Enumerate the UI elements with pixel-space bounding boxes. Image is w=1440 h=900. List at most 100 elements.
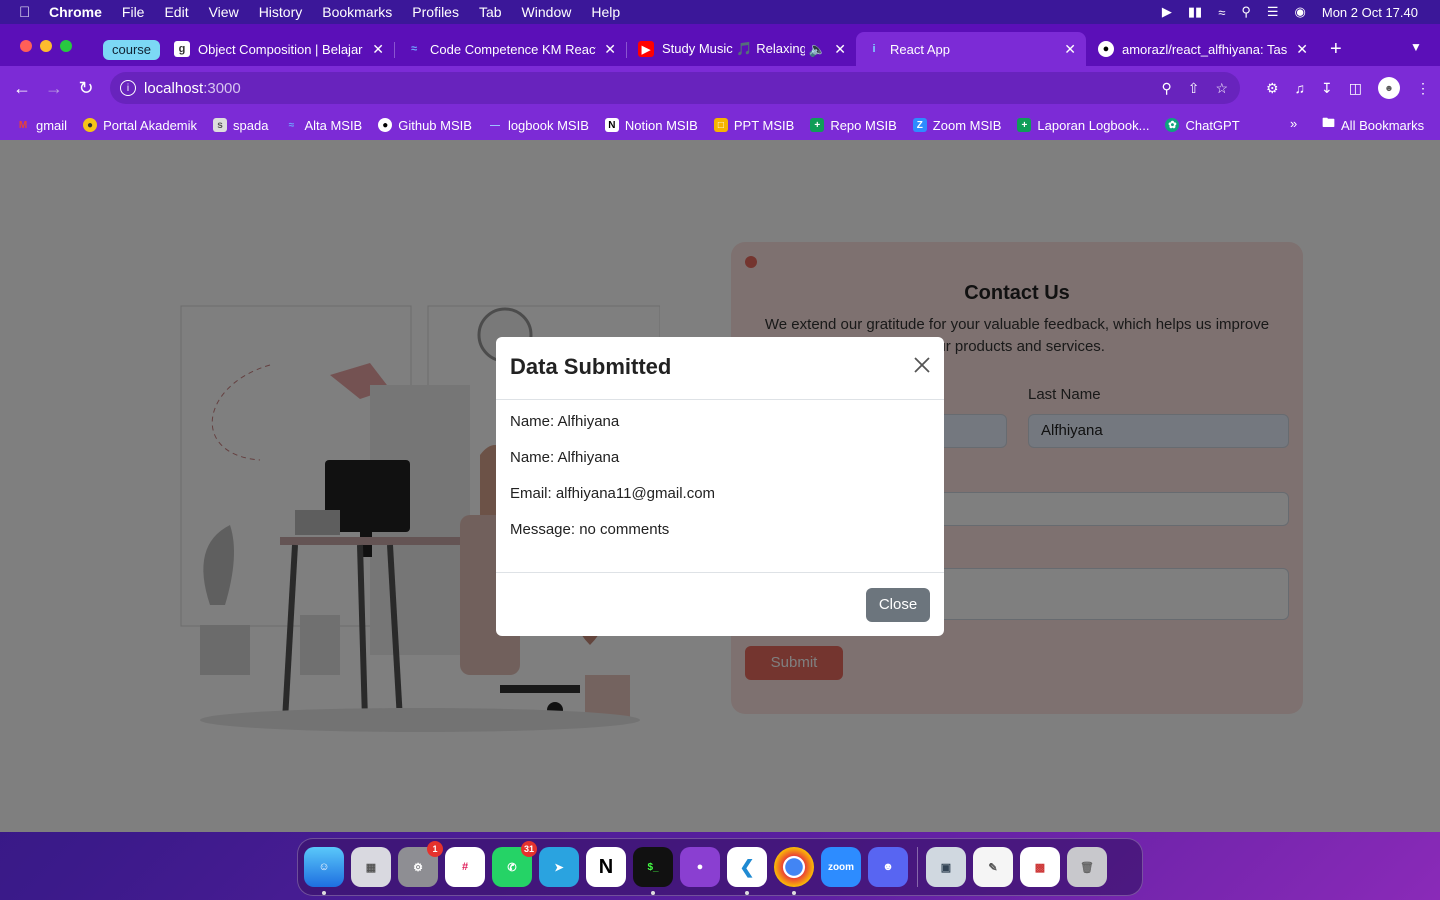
terminal-icon[interactable]: $_	[633, 847, 673, 895]
menu-tab[interactable]: Tab	[479, 4, 502, 20]
tab-react-app[interactable]: i React App ✕	[856, 32, 1086, 66]
zoom-icon: Z	[912, 118, 927, 132]
bookmark-alta-msib[interactable]: ≈ Alta MSIB	[284, 117, 363, 133]
bookmark-label: Laporan Logbook...	[1037, 117, 1150, 133]
site-info-icon[interactable]: i	[120, 80, 136, 96]
bookmark-label: ChatGPT	[1185, 117, 1240, 133]
notion-icon[interactable]: N	[586, 847, 626, 887]
bookmark-zoom-msib[interactable]: Z Zoom MSIB	[912, 117, 1002, 133]
react-app-favicon-icon: i	[872, 43, 876, 55]
bookmark-logbook-msib[interactable]: — logbook MSIB	[488, 118, 589, 133]
slack-icon[interactable]: #	[445, 847, 485, 887]
bookmark-chatgpt[interactable]: ✿ ChatGPT	[1165, 117, 1240, 133]
now-playing-icon[interactable]: ▶	[1162, 4, 1172, 20]
sheets-icon: +	[1017, 118, 1032, 132]
close-button[interactable]: Close	[866, 588, 930, 622]
close-icon[interactable]	[912, 355, 932, 375]
tab-close-icon[interactable]: ✕	[834, 41, 846, 58]
tab-code-competence[interactable]: ≈ Code Competence KM React ✕	[396, 32, 626, 66]
new-tab-button[interactable]: +	[1330, 38, 1342, 61]
bookmark-github-msib[interactable]: ● Github MSIB	[378, 118, 472, 133]
tab-close-icon[interactable]: ✕	[1064, 41, 1076, 58]
tab-study-music[interactable]: ▶ Study Music 🎵 Relaxing 🔈 ✕	[628, 32, 856, 66]
forward-arrow-icon[interactable]: →	[38, 78, 70, 99]
vscode-icon[interactable]: ❮	[727, 847, 767, 895]
chrome-icon[interactable]	[774, 847, 814, 895]
close-window-button[interactable]	[20, 40, 32, 52]
tab-group-course[interactable]: course	[103, 40, 161, 60]
battery-icon[interactable]: ▮▮	[1188, 4, 1202, 20]
system-settings-icon[interactable]: ⚙ 1	[398, 841, 443, 887]
preview-icon[interactable]: ▣	[926, 847, 966, 887]
photo-booth-icon[interactable]: ▩	[1020, 847, 1060, 887]
discord-icon[interactable]: ☻	[868, 847, 908, 887]
bookmark-star-icon[interactable]: ☆	[1215, 80, 1228, 97]
finder-icon[interactable]: ☺	[304, 847, 344, 895]
bookmarks-overflow-chevron[interactable]: »	[1290, 116, 1297, 131]
tab-github-repo[interactable]: ● amorazl/react_alfhiyana: Tas ✕	[1088, 32, 1318, 66]
bookmark-notion-msib[interactable]: N Notion MSIB	[604, 118, 698, 133]
github-icon: ●	[378, 118, 393, 132]
textedit-icon[interactable]: ✎	[973, 847, 1013, 887]
bookmark-portal-akademik[interactable]: ● Portal Akademik	[83, 118, 197, 133]
side-panel-icon[interactable]: ◫	[1349, 80, 1362, 97]
tab-close-icon[interactable]: ✕	[372, 41, 384, 58]
media-queue-icon[interactable]: ♫	[1295, 80, 1306, 96]
zoom-magnifier-icon[interactable]: ⚲	[1161, 80, 1171, 97]
bookmark-label: Zoom MSIB	[932, 117, 1002, 133]
share-icon[interactable]: ⇧	[1188, 80, 1200, 97]
page-viewport: Contact Us We extend our gratitude for y…	[0, 140, 1440, 832]
status-area: ▶ ▮▮ ≈ ⚲ ☰ ◉ Mon 2 Oct 17.40	[1146, 0, 1418, 24]
menu-clock[interactable]: Mon 2 Oct 17.40	[1322, 5, 1418, 20]
url-host: localhost	[144, 79, 204, 97]
tab-close-icon[interactable]: ✕	[1296, 41, 1308, 58]
chrome-menu-kebab-icon[interactable]: ⋮	[1416, 80, 1430, 97]
apple-icon[interactable]: 	[19, 4, 35, 21]
trash-icon[interactable]: 🗑	[1067, 847, 1107, 887]
modal-title: Data Submitted	[510, 354, 672, 379]
tab-close-icon[interactable]: ✕	[604, 41, 616, 58]
bookmark-label: Alta MSIB	[304, 117, 363, 133]
github-desktop-icon[interactable]: ●	[680, 847, 720, 887]
tab-search-chevron-icon[interactable]: ▼	[1410, 40, 1422, 54]
menu-app-name[interactable]: Chrome	[49, 4, 102, 20]
menu-edit[interactable]: Edit	[164, 4, 188, 20]
menu-window[interactable]: Window	[522, 4, 572, 20]
audio-playing-icon[interactable]: 🔈	[809, 41, 826, 58]
zoom-app-icon[interactable]: zoom	[821, 847, 861, 887]
address-bar[interactable]: i localhost:3000 ⚲ ⇧ ☆	[110, 72, 1240, 104]
settings-badge: 1	[427, 841, 443, 857]
whatsapp-icon[interactable]: ✆ 31	[492, 841, 537, 887]
siri-icon[interactable]: ◉	[1295, 4, 1306, 20]
telegram-icon[interactable]: ➤	[539, 847, 579, 887]
all-bookmarks-folder[interactable]: 🖿 All Bookmarks	[1322, 110, 1424, 140]
control-center-icon[interactable]: ☰	[1267, 4, 1279, 20]
extensions-puzzle-icon[interactable]: ⚙	[1266, 80, 1279, 97]
bookmark-gmail[interactable]: Mgmail	[16, 118, 67, 133]
menu-profiles[interactable]: Profiles	[412, 4, 459, 20]
spotlight-search-icon[interactable]: ⚲	[1241, 4, 1251, 20]
zoom-window-button[interactable]	[60, 40, 72, 52]
reload-icon[interactable]: ↻	[70, 78, 102, 99]
launchpad-icon[interactable]: ▦	[351, 847, 391, 887]
menu-file[interactable]: File	[122, 4, 145, 20]
menu-help[interactable]: Help	[591, 4, 620, 20]
bookmark-ppt-msib[interactable]: □ PPT MSIB	[713, 118, 794, 133]
wifi-icon[interactable]: ≈	[1218, 5, 1225, 20]
menu-bookmarks[interactable]: Bookmarks	[322, 4, 392, 20]
submitted-last-name: Name: Alfhiyana	[510, 449, 620, 466]
profile-avatar[interactable]: ☻	[1378, 77, 1400, 99]
back-arrow-icon[interactable]: ←	[6, 78, 38, 99]
spada-icon: s	[213, 118, 228, 132]
bookmark-laporan-logbook[interactable]: + Laporan Logbook...	[1017, 118, 1149, 133]
downloads-icon[interactable]: ↧	[1321, 80, 1333, 97]
github-favicon-icon: ●	[1098, 41, 1114, 57]
minimize-window-button[interactable]	[40, 40, 52, 52]
bookmark-repo-msib[interactable]: + Repo MSIB	[810, 118, 897, 133]
menu-view[interactable]: View	[209, 4, 239, 20]
menu-history[interactable]: History	[259, 4, 303, 20]
bookmark-label: Github MSIB	[398, 117, 472, 133]
bookmark-spada[interactable]: s spada	[213, 118, 268, 133]
macos-dock: ☺ ▦ ⚙ 1 # ✆ 31 ➤ N $_ ● ❮ zoom ☻ ▣ ✎ ▩ 🗑	[297, 838, 1143, 896]
tab-object-composition[interactable]: g Object Composition | Belajar ✕	[164, 32, 394, 66]
